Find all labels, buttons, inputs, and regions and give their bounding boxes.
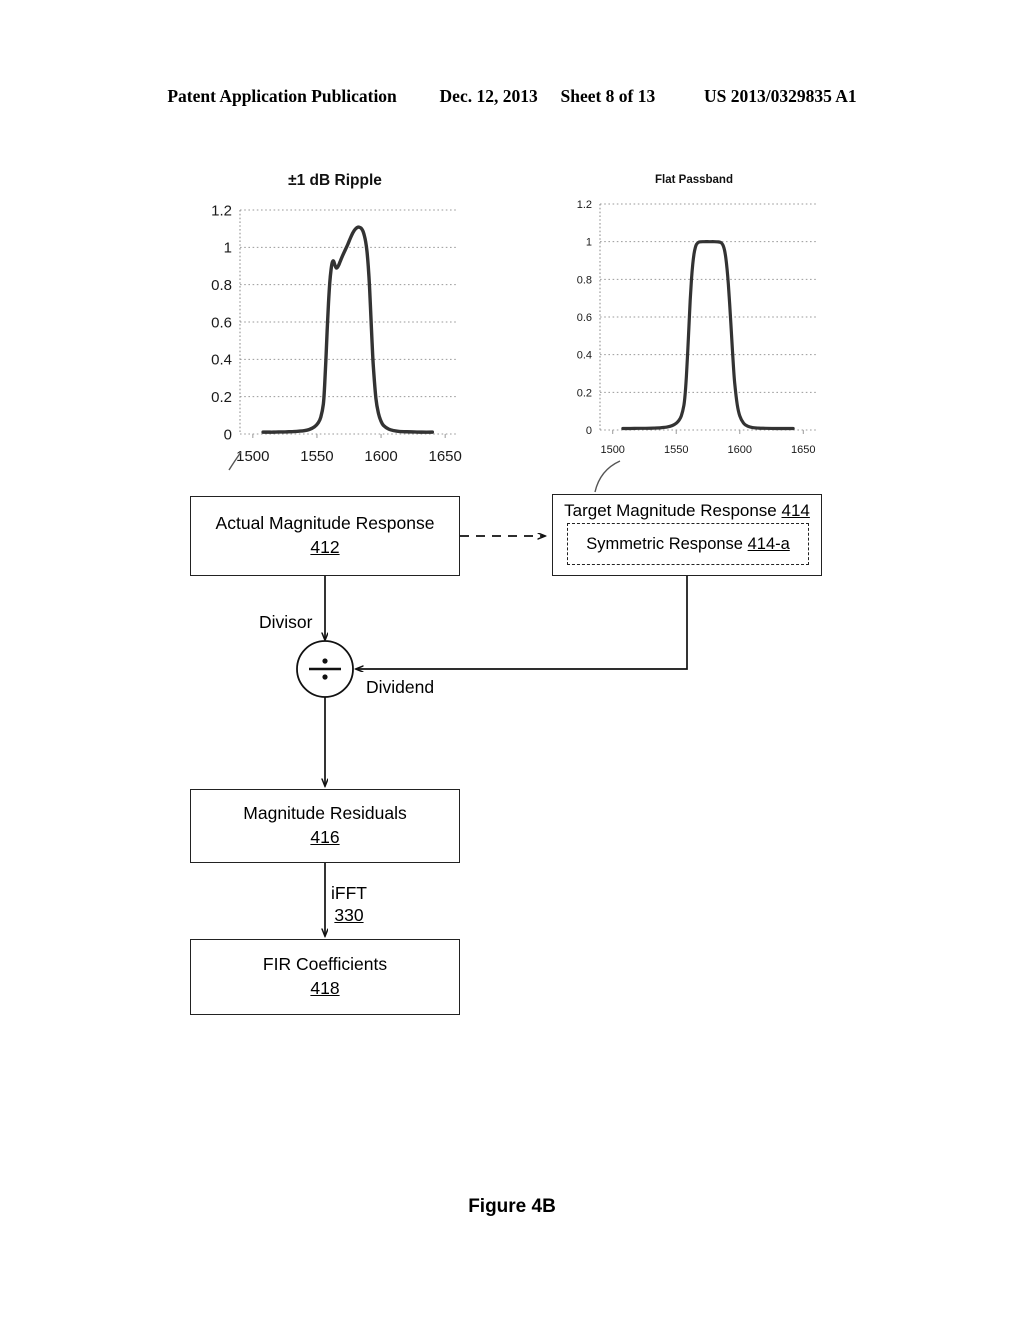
edge-label-dividend: Dividend	[366, 677, 435, 697]
flow-connectors	[228, 451, 688, 1320]
chart-flat-x-tick-labels: 1500 1550 1600 1650	[600, 444, 815, 456]
svg-text:1650: 1650	[791, 444, 815, 456]
divide-icon	[309, 658, 341, 680]
svg-text:1.2: 1.2	[211, 202, 232, 219]
box-target-title: Target Magnitude Response	[564, 501, 777, 520]
arrow-target-to-divide	[356, 576, 688, 669]
chart-ripple-y-tick-labels: 0 0.2 0.4 0.6 0.8 1 1.2	[211, 202, 232, 443]
svg-text:1500: 1500	[600, 444, 624, 456]
box-target-ref: 414	[781, 501, 810, 520]
header-sheet: Sheet 8 of 13	[560, 86, 656, 106]
chart-flat-gridlines	[599, 203, 816, 434]
divide-operator-circle	[296, 640, 354, 698]
svg-text:1600: 1600	[364, 448, 397, 465]
edge-label-ifft: iFFT 330	[331, 882, 367, 927]
box-actual-text: Actual Magnitude Response 412	[216, 512, 435, 559]
box-symmetric-title: Symmetric Response	[586, 534, 743, 553]
box-fir-coefficients[interactable]: FIR Coefficients 418	[190, 939, 460, 1015]
box-target-magnitude-response[interactable]: Target Magnitude Response 414 Symmetric …	[552, 494, 822, 576]
svg-text:0.2: 0.2	[577, 387, 592, 399]
svg-text:0.4: 0.4	[577, 350, 592, 362]
box-residuals-ref: 416	[310, 827, 340, 847]
box-fir-text: FIR Coefficients 418	[263, 953, 387, 1000]
svg-text:1550: 1550	[300, 448, 333, 465]
svg-text:1500: 1500	[236, 448, 269, 465]
edge-label-ifft-text: iFFT	[331, 883, 367, 903]
box-residuals-title: Magnitude Residuals	[243, 803, 407, 824]
box-fir-title: FIR Coefficients	[262, 954, 388, 975]
chart-ripple: ±1 dB Ripple 0 0.2 0.4 0.6 0.8 1 1.2 1500 1550 1…	[196, 172, 474, 472]
svg-text:1650: 1650	[428, 448, 461, 465]
svg-text:0.2: 0.2	[211, 389, 232, 406]
box-actual-ref: 412	[310, 537, 340, 557]
chart-ripple-series-line	[261, 225, 435, 434]
svg-text:1.2: 1.2	[577, 199, 592, 211]
svg-text:0: 0	[586, 425, 592, 437]
figure-caption: Figure 4B	[468, 1196, 556, 1217]
svg-text:1550: 1550	[664, 444, 688, 456]
svg-text:0.6: 0.6	[577, 312, 592, 324]
chart-flat-series-line	[621, 240, 795, 431]
chart-ripple-plot: 0 0.2 0.4 0.6 0.8 1 1.2 1500 1550 1600 1650	[211, 202, 462, 465]
svg-text:0.4: 0.4	[211, 352, 232, 369]
svg-text:0.6: 0.6	[211, 314, 232, 331]
page-header: Patent Application Publication Dec. 12, …	[0, 86, 1024, 107]
box-magnitude-residuals[interactable]: Magnitude Residuals 416	[190, 789, 460, 863]
box-symmetric-response[interactable]: Symmetric Response 414-a	[567, 523, 809, 565]
box-actual-title: Actual Magnitude Response	[215, 513, 435, 534]
box-target-text: Target Magnitude Response 414	[553, 501, 821, 521]
header-publication: Patent Application Publication	[167, 86, 397, 106]
svg-text:1: 1	[586, 237, 592, 249]
box-fir-ref: 418	[310, 978, 340, 998]
edge-label-divisor: Divisor	[259, 612, 313, 632]
header-date: Dec. 12, 2013	[439, 86, 538, 106]
box-symmetric-ref: 414-a	[747, 534, 790, 553]
svg-text:1: 1	[224, 240, 232, 257]
svg-text:0.8: 0.8	[211, 277, 232, 294]
box-actual-magnitude-response[interactable]: Actual Magnitude Response 412	[190, 496, 460, 576]
svg-text:0.8: 0.8	[577, 274, 592, 286]
chart-flat-y-tick-labels: 0 0.2 0.4 0.6 0.8 1 1.2	[577, 199, 592, 437]
edge-label-ifft-ref: 330	[334, 905, 364, 926]
chart-flat: Flat Passband 0 0.2 0.4 0.6 0.8 1 1.2 1500 1550…	[558, 172, 830, 472]
svg-text:0: 0	[224, 426, 232, 443]
box-residuals-text: Magnitude Residuals 416	[243, 802, 406, 849]
chart-flat-plot: 0 0.2 0.4 0.6 0.8 1 1.2 1500 1550 1600 1650	[577, 199, 816, 456]
svg-text:1600: 1600	[728, 444, 752, 456]
header-publication-number: US 2013/0329835 A1	[704, 86, 857, 106]
chart-ripple-x-tick-labels: 1500 1550 1600 1650	[236, 448, 462, 465]
